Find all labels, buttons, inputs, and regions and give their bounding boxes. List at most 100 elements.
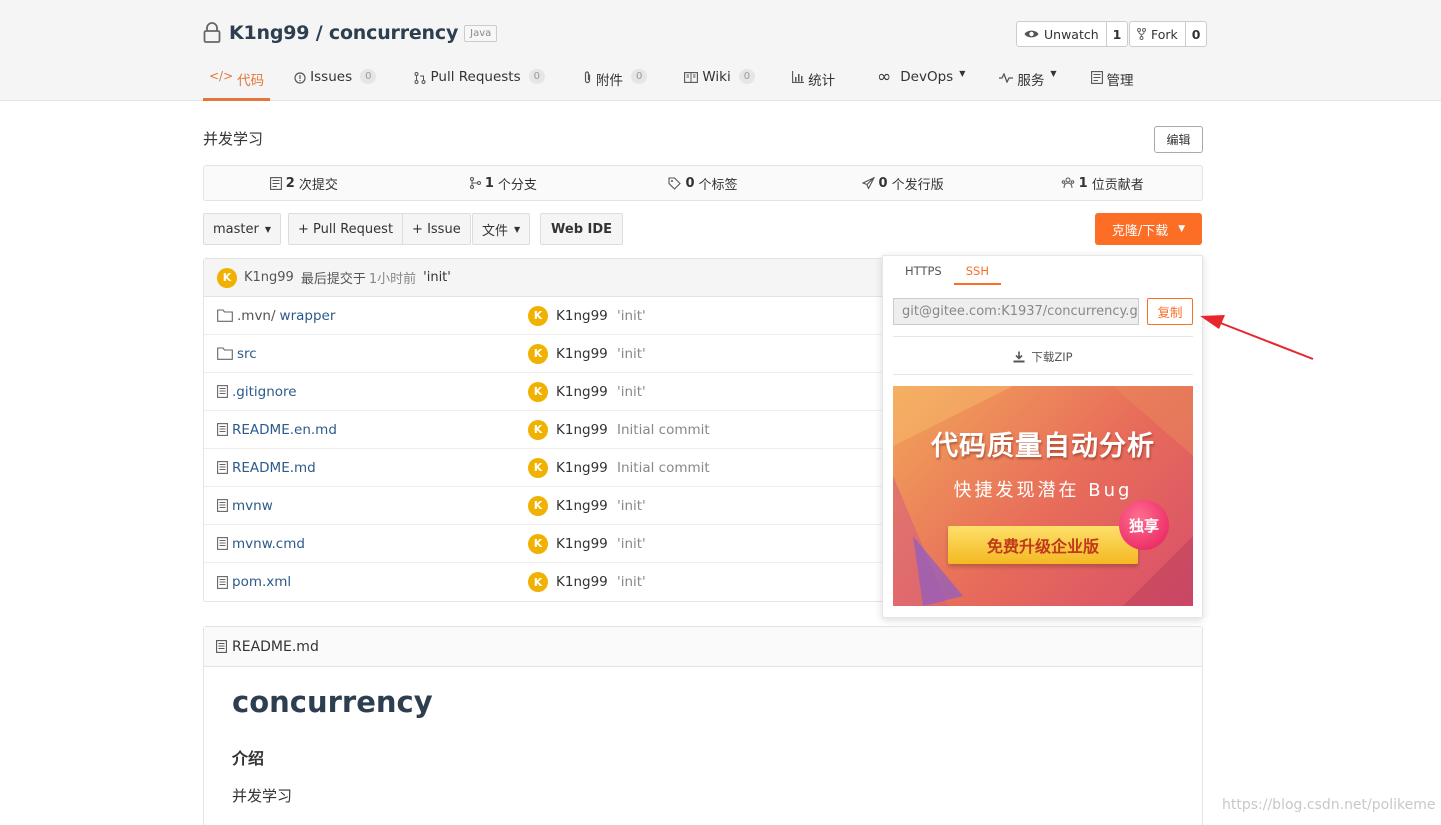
avatar[interactable]: K	[528, 572, 548, 592]
repo-name-link[interactable]: concurrency	[329, 22, 458, 44]
file-link[interactable]: README.en.md	[217, 422, 337, 438]
copy-button[interactable]: 复制	[1147, 298, 1193, 325]
file-author-name[interactable]: K1ng99	[556, 308, 608, 324]
stat-branches-label: 个分支	[497, 177, 537, 193]
file-name: README.en.md	[232, 421, 337, 438]
clone-download-button[interactable]: 克隆/下载 ▼	[1095, 213, 1202, 245]
file-commit-message[interactable]: 'init'	[617, 308, 646, 324]
stat-commits[interactable]: 2 次提交	[204, 166, 404, 200]
file-commit-message[interactable]: 'init'	[617, 346, 646, 362]
file-link[interactable]: .mvn/wrapper	[217, 308, 335, 324]
promo-upgrade-button[interactable]: 免费升级企业版	[948, 526, 1138, 564]
avatar[interactable]: K	[217, 267, 237, 288]
watch-count[interactable]: 1	[1105, 22, 1128, 46]
file-name: README.md	[232, 459, 316, 476]
stat-contributors-label: 位贡献者	[1091, 177, 1144, 193]
avatar[interactable]: K	[528, 495, 548, 516]
file-dir: .mvn/	[237, 307, 276, 324]
last-commit-time: 1小时前	[368, 272, 417, 287]
file-author-name[interactable]: K1ng99	[556, 384, 608, 400]
web-ide-button[interactable]: Web IDE	[540, 213, 624, 245]
tab-attachments[interactable]: 附件 0	[577, 62, 653, 101]
avatar[interactable]: K	[528, 533, 548, 554]
book-icon	[684, 72, 699, 83]
tab-code[interactable]: </> 代码	[203, 62, 271, 101]
file-name: .gitignore	[232, 383, 297, 400]
stat-branches[interactable]: 1 个分支	[404, 166, 604, 200]
promo-subtitle: 快捷发现潜在 Bug	[953, 480, 1133, 501]
unwatch-button[interactable]: Unwatch 1	[1016, 21, 1129, 47]
file-commit-message[interactable]: 'init'	[617, 384, 646, 400]
web-ide-label: Web IDE	[551, 221, 613, 237]
tab-ssh[interactable]: SSH	[953, 256, 1001, 285]
file-commit-message[interactable]: Initial commit	[617, 460, 710, 476]
new-issue-button[interactable]: + Issue	[402, 214, 470, 244]
last-commit-message[interactable]: 'init'	[423, 270, 451, 285]
file-link[interactable]: mvnw	[217, 498, 273, 514]
file-commit-message[interactable]: 'init'	[617, 574, 646, 590]
tab-issues[interactable]: Issues 0	[288, 62, 382, 101]
file-link[interactable]: README.md	[217, 460, 316, 476]
file-commit-message[interactable]: 'init'	[617, 498, 646, 514]
file-author-name[interactable]: K1ng99	[556, 422, 608, 438]
tab-stats[interactable]: 统计	[786, 62, 841, 101]
stat-tags[interactable]: 0 个标签	[603, 166, 803, 200]
repo-title: K1ng99 / concurrency Java	[203, 19, 498, 47]
download-zip-button[interactable]: 下载ZIP	[893, 344, 1193, 370]
avatar[interactable]: K	[528, 305, 548, 326]
last-commit-text: 最后提交于	[300, 272, 366, 287]
fork-count[interactable]: 0	[1184, 22, 1207, 46]
fork-button[interactable]: Fork 0	[1129, 21, 1208, 47]
stat-tags-count: 0	[685, 175, 695, 191]
avatar[interactable]: K	[528, 343, 548, 364]
stat-contributors[interactable]: 1 位贡献者	[1002, 166, 1202, 200]
last-commit-author[interactable]: K1ng99	[244, 270, 294, 285]
file-author-name[interactable]: K1ng99	[556, 460, 608, 476]
clone-panel: HTTPS SSH git@gitee.com:K1937/concurrenc…	[882, 255, 1203, 618]
branch-select[interactable]: master ▼	[203, 213, 281, 245]
stat-releases[interactable]: 0 个发行版	[803, 166, 1003, 200]
file-author-name[interactable]: K1ng99	[556, 536, 608, 552]
clone-protocol-tabs: HTTPS SSH	[893, 256, 1001, 285]
file-link[interactable]: mvnw.cmd	[217, 536, 305, 552]
file-author-name[interactable]: K1ng99	[556, 346, 608, 362]
folder-icon	[217, 347, 233, 360]
tab-settings[interactable]: 管理	[1085, 62, 1140, 101]
tab-pull-requests[interactable]: Pull Requests 0	[408, 62, 551, 101]
chevron-down-icon: ▼	[514, 224, 521, 234]
stat-releases-label: 个发行版	[891, 177, 944, 193]
file-author-name[interactable]: K1ng99	[556, 498, 608, 514]
file-link[interactable]: pom.xml	[217, 574, 291, 590]
tab-attachments-count: 0	[630, 69, 648, 84]
edit-button[interactable]: 编辑	[1154, 126, 1203, 153]
release-icon	[861, 177, 875, 189]
commit-icon	[269, 176, 282, 190]
file-commit-message[interactable]: Initial commit	[617, 422, 710, 438]
file-author: K K1ng99	[528, 343, 608, 364]
clone-url-field[interactable]: git@gitee.com:K1937/concurrency.git	[893, 298, 1139, 325]
avatar[interactable]: K	[528, 381, 548, 402]
tab-services[interactable]: 服务 ▼	[993, 62, 1062, 101]
promo-banner[interactable]: 代码质量自动分析 快捷发现潜在 Bug 免费升级企业版 独享	[893, 386, 1193, 606]
file-link[interactable]: .gitignore	[217, 384, 297, 400]
chevron-down-icon: ▼	[959, 69, 966, 78]
tab-devops[interactable]: ∞ DevOps ▼	[871, 62, 971, 101]
file-icon	[217, 461, 228, 474]
tab-wiki[interactable]: Wiki 0	[678, 62, 761, 101]
repo-separator: /	[309, 22, 329, 44]
file-author: K K1ng99	[528, 572, 608, 592]
new-pull-request-button[interactable]: + Pull Request	[289, 214, 402, 244]
tab-https[interactable]: HTTPS	[893, 256, 954, 285]
repo-stats: 2 次提交 1 个分支 0 个标签 0 个发行版 1 位贡献者	[203, 165, 1203, 201]
unwatch-label: Unwatch	[1044, 26, 1099, 42]
tab-issues-count: 0	[360, 69, 377, 84]
file-link[interactable]: src	[217, 346, 257, 362]
stat-commits-count: 2	[285, 175, 295, 191]
chevron-down-icon: ▼	[264, 224, 271, 234]
repo-owner-link[interactable]: K1ng99	[229, 22, 310, 44]
file-author-name[interactable]: K1ng99	[556, 574, 608, 590]
avatar[interactable]: K	[528, 419, 548, 440]
file-menu-button[interactable]: 文件 ▼	[472, 213, 531, 245]
file-commit-message[interactable]: 'init'	[617, 536, 646, 552]
avatar[interactable]: K	[528, 457, 548, 478]
